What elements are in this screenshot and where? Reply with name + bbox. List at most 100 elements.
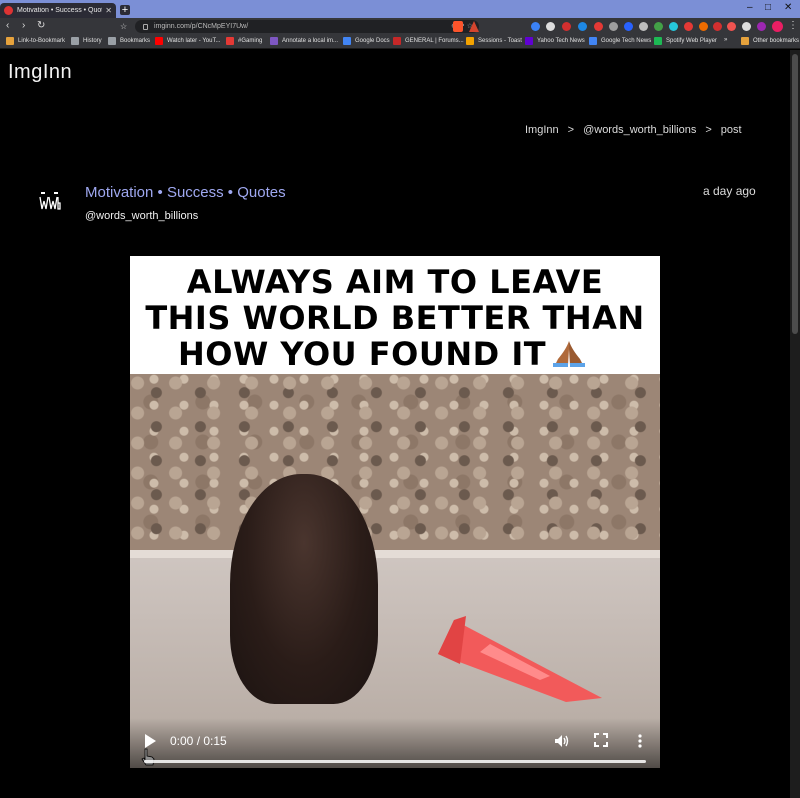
extension-icon[interactable] (609, 22, 618, 31)
post-title[interactable]: Motivation • Success • Quotes (85, 184, 286, 201)
video-progress-bar[interactable] (144, 760, 646, 763)
more-options-icon[interactable] (634, 733, 646, 749)
bookmark-label: History (83, 38, 102, 44)
play-icon[interactable] (142, 733, 158, 749)
maximize-icon[interactable]: □ (765, 2, 771, 13)
video-controls: 0:00 / 0:15 (130, 718, 660, 768)
road-edge (130, 550, 660, 558)
breadcrumb-current: post (720, 124, 742, 136)
bookmark-label: Watch later - YouT... (167, 38, 221, 44)
url-text: imginn.com/p/CNcMpEYI7Uw/ (154, 23, 249, 30)
bookmark-favicon-icon (589, 37, 597, 45)
quote-line: THIS WORLD BETTER THAN (145, 299, 645, 337)
bookmark-item[interactable]: Google Docs (343, 37, 390, 45)
extension-icon[interactable] (562, 22, 571, 31)
bookmark-favicon-icon (108, 37, 116, 45)
extension-icon[interactable] (624, 22, 633, 31)
bookmark-label: GENERAL | Forums... (405, 38, 464, 44)
bookmark-favicon-icon (343, 37, 351, 45)
traffic-cone (438, 616, 602, 702)
video-timecode: 0:00 / 0:15 (170, 734, 227, 748)
bookmark-item[interactable]: Sessions - Toast (466, 37, 522, 45)
scrollbar-thumb[interactable] (792, 54, 798, 334)
praying-hands-icon (553, 341, 586, 367)
bookmark-item[interactable]: History (71, 37, 102, 45)
breadcrumb-separator: > (567, 124, 575, 136)
breadcrumb-user[interactable]: @words_worth_billions (583, 124, 696, 136)
forward-icon[interactable]: › (22, 20, 25, 31)
bookmark-label: Google Tech News (601, 38, 652, 44)
extension-icon[interactable] (699, 22, 708, 31)
extension-icon[interactable] (531, 22, 540, 31)
bear-figure (230, 474, 378, 704)
extension-icon[interactable] (684, 22, 693, 31)
browser-tab[interactable]: Motivation • Success • Quotes (@ ✕ (0, 3, 116, 18)
extension-icon[interactable] (594, 22, 603, 31)
bookmark-label: Link-to-Bookmark (18, 38, 66, 44)
puzzle-extensions-icon[interactable] (742, 22, 751, 31)
breadcrumb-home[interactable]: ImgInn (525, 124, 559, 136)
profile-avatar-icon[interactable] (772, 21, 783, 32)
page-scrollbar[interactable] (790, 50, 800, 798)
profile-avatar[interactable] (39, 191, 61, 212)
bookmark-item[interactable]: Bookmarks (108, 37, 150, 45)
bookmarks-bar: Link-to-Bookmark History Bookmarks Watch la… (0, 35, 800, 49)
bookmark-item[interactable]: Spotify Web Player (654, 37, 717, 45)
bookmark-favicon-icon (226, 37, 234, 45)
extension-icon[interactable] (639, 22, 648, 31)
bookmark-favicon-icon (6, 37, 14, 45)
bookmark-item[interactable]: Yahoo Tech News (525, 37, 585, 45)
bookmark-item[interactable]: Link-to-Bookmark (6, 37, 65, 45)
bookmark-label: #Gaming (238, 38, 263, 44)
extension-icon[interactable] (578, 22, 587, 31)
post-timestamp: a day ago (703, 184, 756, 198)
lock-icon (143, 23, 148, 30)
browser-toolbar: ‹ › ↻ ☆ imginn.com/p/CNcMpEYI7Uw/ ⊕ ⇗ ☆ … (0, 18, 800, 35)
page-content: ImgInn ImgInn > @words_worth_billions > … (0, 50, 790, 798)
close-tab-icon[interactable]: ✕ (105, 6, 112, 15)
bookmark-item[interactable]: GENERAL | Forums... (393, 37, 464, 45)
bookmark-label: Bookmarks (120, 38, 151, 44)
reload-icon[interactable]: ↻ (37, 20, 45, 31)
bookmark-label: Sessions - Toast (478, 38, 522, 44)
close-window-icon[interactable]: ✕ (784, 2, 792, 13)
fullscreen-icon[interactable] (594, 733, 608, 747)
bookmark-favicon-icon (466, 37, 474, 45)
browser-tab-strip: Motivation • Success • Quotes (@ ✕ + – □… (0, 0, 800, 18)
extension-icon[interactable] (654, 22, 663, 31)
bookmark-item[interactable]: Other bookmarks (741, 37, 799, 45)
extension-icon[interactable] (727, 22, 736, 31)
site-logo[interactable]: ImgInn (8, 61, 72, 84)
bookmark-label: Annotate a local im... (282, 38, 339, 44)
post-username[interactable]: @words_worth_billions (85, 210, 198, 222)
minimize-icon[interactable]: – (747, 2, 753, 13)
menu-kebab-icon[interactable]: ⋮ (788, 20, 798, 31)
back-icon[interactable]: ‹ (6, 20, 9, 31)
extension-icon[interactable] (757, 22, 766, 31)
extension-icon[interactable] (546, 22, 555, 31)
bookmark-item[interactable]: Watch later - YouT... (155, 37, 220, 45)
bookmark-item[interactable]: » (724, 37, 727, 43)
extension-icon[interactable] (669, 22, 678, 31)
new-tab-button[interactable]: + (120, 5, 130, 16)
breadcrumb: ImgInn > @words_worth_billions > post (525, 124, 742, 136)
gravel-hillside (130, 374, 660, 554)
volume-icon[interactable] (554, 733, 570, 749)
quote-banner: ALWAYS AIM TO LEAVE THIS WORLD BETTER TH… (130, 256, 660, 374)
bookmark-label: Other bookmarks (753, 38, 800, 44)
extension-icon[interactable] (713, 22, 722, 31)
bookmark-favicon-icon (71, 37, 79, 45)
bookmark-favicon-icon (155, 37, 163, 45)
bookmark-item[interactable]: Google Tech News (589, 37, 651, 45)
brave-shields-icon[interactable] (453, 21, 463, 32)
bookmark-item[interactable]: #Gaming (226, 37, 262, 45)
bookmark-label: Yahoo Tech News (537, 38, 585, 44)
tab-title: Motivation • Success • Quotes (@ (17, 7, 102, 14)
bookmark-favicon-icon (654, 37, 662, 45)
bookmark-favicon-icon (393, 37, 401, 45)
quote-line: ALWAYS AIM TO LEAVE (186, 263, 604, 301)
address-bar[interactable]: imginn.com/p/CNcMpEYI7Uw/ ⊕ ⇗ ☆ (135, 20, 479, 33)
bookmark-star-icon[interactable]: ☆ (120, 22, 127, 31)
video-player[interactable]: ALWAYS AIM TO LEAVE THIS WORLD BETTER TH… (130, 256, 660, 768)
bookmark-item[interactable]: Annotate a local im... (270, 37, 338, 45)
